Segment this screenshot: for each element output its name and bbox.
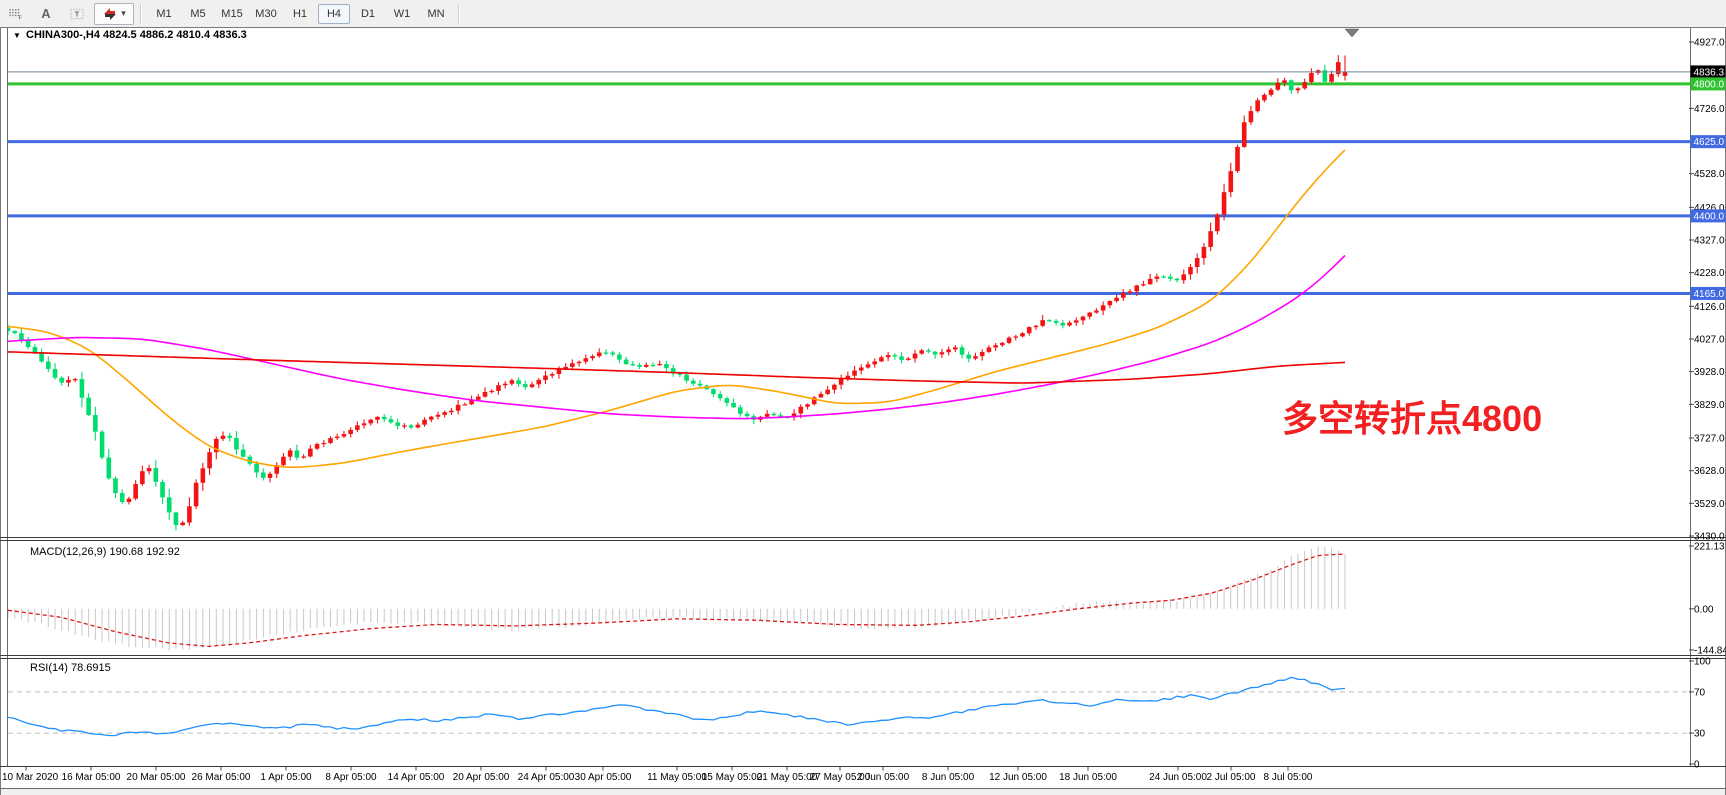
text-tool-button[interactable]: T: [63, 3, 91, 25]
price-badge: 4800.0: [1694, 79, 1725, 90]
timeframe-button-w1[interactable]: W1: [386, 4, 418, 24]
rsi-tick-label: 30: [1694, 729, 1706, 740]
price-tick-label: 3928.0: [1694, 367, 1725, 378]
toolbar-separator: [458, 4, 460, 24]
arrow-tools-button[interactable]: ▾: [94, 3, 134, 25]
timeframe-bar: M1M5M15M30H1H4D1W1MN: [147, 4, 453, 24]
chart-title-group: ▼ CHINA300-,H4 4824.5 4886.2 4810.4 4836.…: [13, 29, 247, 41]
date-tick-label: 20 Apr 05:00: [453, 772, 510, 783]
terminal-window: F A T ▾ M1M5M15M30H1H4D1W1MN 多空转折点4800 ▼ C…: [0, 0, 1726, 795]
text-label-tool-button[interactable]: A: [32, 3, 60, 25]
rsi-tick-label: 0: [1694, 760, 1700, 771]
timeframe-button-h4[interactable]: H4: [318, 4, 350, 24]
text-label-icon: A: [41, 6, 50, 21]
price-badge: 4625.0: [1694, 137, 1725, 148]
date-tick-label: 8 Apr 05:00: [325, 772, 377, 783]
macd-label: MACD(12,26,9) 190.68 192.92: [30, 546, 180, 558]
date-tick-label: 1 Apr 05:00: [260, 772, 312, 783]
price-tick-label: 4228.0: [1694, 268, 1725, 279]
timeframe-button-d1[interactable]: D1: [352, 4, 384, 24]
timeframe-button-mn[interactable]: MN: [420, 4, 452, 24]
chevron-down-icon: ▾: [121, 8, 126, 19]
rsi-label: RSI(14) 78.6915: [30, 662, 111, 674]
text-tool-icon: T: [70, 5, 84, 23]
price-tick-label: 4927.0: [1694, 38, 1725, 49]
price-tick-label: 4126.0: [1694, 302, 1725, 313]
timeframe-button-m1[interactable]: M1: [148, 4, 180, 24]
timeframe-button-h1[interactable]: H1: [284, 4, 316, 24]
date-tick-label: 16 Mar 05:00: [62, 772, 121, 783]
chart-title: CHINA300-,H4 4824.5 4886.2 4810.4 4836.3: [26, 29, 247, 41]
date-tick-label: 26 Mar 05:00: [192, 772, 251, 783]
date-tick-label: 21 May 05:00: [757, 772, 818, 783]
candle: [1235, 145, 1240, 173]
date-tick-label: 8 Jul 05:00: [1264, 772, 1313, 783]
price-tick-label: 4528.0: [1694, 169, 1725, 180]
rsi-tick-label: 100: [1694, 657, 1711, 668]
fibonacci-tool-button[interactable]: F: [1, 3, 29, 25]
timeframe-button-m5[interactable]: M5: [182, 4, 214, 24]
price-badge: 4165.0: [1694, 289, 1725, 300]
price-tick-label: 4027.0: [1694, 334, 1725, 345]
candle: [194, 479, 199, 509]
chart-canvas[interactable]: 多空转折点4800 ▼ CHINA300-,H4 4824.5 4886.2 481…: [0, 0, 1726, 795]
price-tick-label: 3529.0: [1694, 499, 1725, 510]
price-tick-label: 4726.0: [1694, 104, 1725, 115]
macd-tick-label: 0.00: [1694, 604, 1714, 615]
date-tick-label: 11 May 05:00: [647, 772, 707, 783]
candle: [100, 430, 105, 459]
timeframe-button-m30[interactable]: M30: [250, 4, 282, 24]
toolbar-separator: [140, 4, 142, 24]
date-tick-label: 2 Jun 05:00: [857, 772, 910, 783]
svg-text:F: F: [19, 15, 23, 21]
date-tick-label: 8 Jun 05:00: [922, 772, 975, 783]
svg-text:T: T: [75, 11, 80, 18]
candle: [812, 396, 817, 405]
date-tick-label: 30 Apr 05:00: [575, 772, 632, 783]
collapse-triangle-icon[interactable]: ▼: [13, 31, 21, 40]
date-tick-label: 10 Mar 2020: [2, 772, 59, 783]
price-tick-label: 3829.0: [1694, 400, 1725, 411]
fibonacci-tool-icon: F: [8, 5, 22, 23]
date-tick-label: 15 May 05:00: [702, 772, 763, 783]
macd-tick-label: -144.84: [1694, 646, 1726, 657]
arrow-tools-icon: [102, 6, 118, 22]
date-tick-label: 18 Jun 05:00: [1059, 772, 1117, 783]
date-tick-label: 20 Mar 05:00: [127, 772, 186, 783]
bottom-scroll-strip[interactable]: [1, 789, 1725, 795]
price-badge: 4400.0: [1694, 211, 1725, 222]
rsi-tick-label: 70: [1694, 687, 1706, 698]
price-badge: 4836.3: [1694, 67, 1725, 78]
date-tick-label: 2 Jul 05:00: [1207, 772, 1256, 783]
date-tick-label: 24 Jun 05:00: [1149, 772, 1207, 783]
date-tick-label: 24 Apr 05:00: [518, 772, 575, 783]
price-tick-label: 4327.0: [1694, 235, 1725, 246]
date-tick-label: 14 Apr 05:00: [388, 772, 445, 783]
price-tick-label: 3727.0: [1694, 433, 1725, 444]
timeframe-button-m15[interactable]: M15: [216, 4, 248, 24]
toolbar: F A T ▾ M1M5M15M30H1H4D1W1MN: [0, 0, 1726, 27]
macd-tick-label: 221.13: [1694, 542, 1725, 553]
price-tick-label: 3628.0: [1694, 466, 1725, 477]
price-annotation: 多空转折点4800: [1282, 398, 1542, 439]
date-tick-label: 12 Jun 05:00: [989, 772, 1047, 783]
